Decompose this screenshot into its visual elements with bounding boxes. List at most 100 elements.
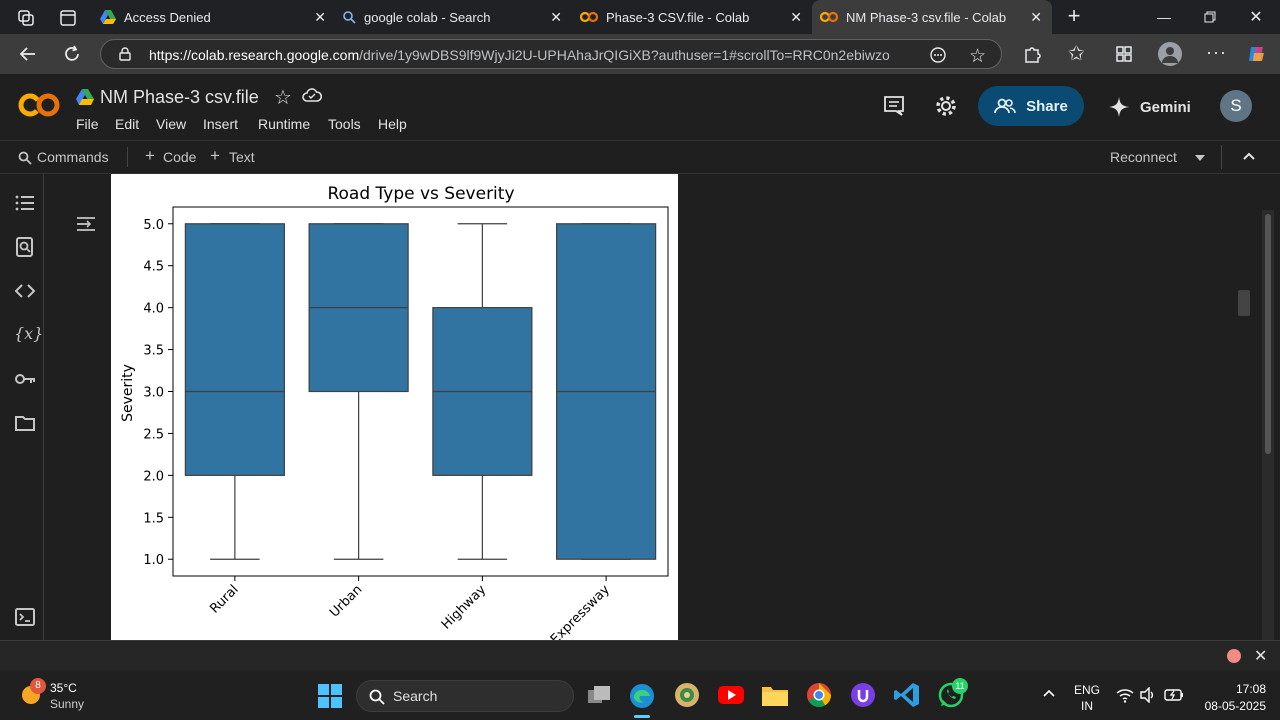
taskbar-search-box[interactable]: Search — [356, 680, 574, 712]
back-icon[interactable] — [18, 44, 38, 64]
more-menu-icon[interactable]: ··· — [1206, 42, 1227, 63]
restore-icon[interactable] — [1187, 0, 1233, 34]
notebook-title[interactable]: NM Phase-3 csv.file — [100, 87, 259, 108]
vscode-icon[interactable] — [894, 682, 920, 708]
comments-icon[interactable] — [882, 94, 906, 116]
gemini-spark-icon — [1108, 96, 1130, 118]
commands-button[interactable]: Commands — [37, 149, 109, 165]
colab-logo-icon[interactable] — [18, 92, 60, 118]
output-actions-icon[interactable] — [75, 214, 97, 234]
volume-icon[interactable] — [1140, 687, 1156, 703]
menu-insert[interactable]: Insert — [203, 116, 238, 132]
close-tab-icon[interactable]: ✕ — [550, 9, 562, 26]
chrome-icon[interactable] — [806, 682, 832, 708]
youtube-icon[interactable] — [718, 685, 744, 705]
y-tick-label: 2.5 — [143, 427, 164, 442]
site-info-icon[interactable] — [117, 46, 133, 62]
task-view-icon[interactable] — [588, 686, 610, 704]
star-notebook-icon[interactable]: ☆ — [274, 85, 292, 110]
menu-help[interactable]: Help — [378, 116, 407, 132]
url-text: https://colab.research.google.com/drive/… — [149, 47, 890, 63]
reload-icon[interactable] — [62, 44, 82, 64]
windows-start-icon[interactable] — [318, 684, 342, 708]
minimize-icon[interactable]: — — [1141, 0, 1187, 34]
add-code-icon[interactable]: + — [145, 146, 155, 166]
clock-time[interactable]: 17:08 — [1196, 682, 1266, 696]
search-favicon-icon — [342, 10, 356, 24]
boxplot-chart: Road Type vs Severity Severity 1.0 1.5 2.0… — [120, 184, 669, 640]
cell-scroll-thumb[interactable] — [1238, 290, 1250, 316]
tab-nm-phase3-active[interactable]: NM Phase-3 csv.file - Colab ✕ — [812, 0, 1052, 34]
menu-runtime[interactable]: Runtime — [258, 116, 310, 132]
close-window-icon[interactable]: ✕ — [1233, 0, 1279, 34]
add-code-button[interactable]: Code — [163, 149, 196, 165]
extensions-icon[interactable] — [1022, 44, 1042, 64]
chart-title: Road Type vs Severity — [327, 184, 514, 204]
tray-chevron-up-icon[interactable] — [1042, 688, 1056, 698]
app-u-icon[interactable] — [850, 682, 876, 708]
files-folder-icon[interactable] — [14, 412, 36, 434]
menu-view[interactable]: View — [156, 116, 186, 132]
variables-icon[interactable]: {𝑥} — [14, 324, 43, 346]
new-tab-icon[interactable]: + — [1064, 5, 1084, 27]
close-tab-icon[interactable]: ✕ — [790, 9, 802, 26]
collections-icon[interactable] — [1114, 44, 1134, 64]
copilot-icon[interactable] — [1246, 43, 1268, 65]
add-text-icon[interactable]: + — [210, 146, 220, 166]
y-tick-label: 5.0 — [143, 218, 164, 233]
favorites-icon[interactable]: ✩ — [1068, 41, 1085, 66]
reading-mode-icon[interactable] — [929, 46, 947, 64]
share-button[interactable]: Share — [978, 86, 1084, 126]
terminal-icon[interactable] — [14, 606, 36, 628]
scrollbar-thumb[interactable] — [1265, 214, 1271, 454]
whatsapp-badge: 11 — [952, 678, 968, 694]
close-tab-icon[interactable]: ✕ — [1030, 9, 1042, 26]
notebook-scrollbar[interactable] — [1262, 210, 1274, 640]
workspaces-icon[interactable] — [16, 8, 36, 28]
secrets-key-icon[interactable] — [14, 368, 36, 390]
profile-icon[interactable] — [1158, 42, 1182, 66]
cell-output-plot: Road Type vs Severity Severity 1.0 1.5 2.0… — [111, 174, 678, 640]
x-tick-label: Expressway — [548, 582, 613, 640]
gemini-button[interactable]: Gemini — [1108, 96, 1191, 118]
menu-edit[interactable]: Edit — [115, 116, 139, 132]
iqr-box — [184, 223, 285, 476]
language-region[interactable]: IN — [1072, 699, 1102, 713]
x-tick-label: Highway — [439, 582, 490, 633]
favorite-star-icon[interactable]: ☆ — [969, 45, 986, 68]
y-axis-label: Severity — [120, 364, 136, 422]
chevron-up-icon[interactable] — [1242, 151, 1256, 161]
taskbar-search-label: Search — [393, 688, 438, 704]
cloud-saved-icon[interactable] — [302, 87, 322, 105]
tab-google-search[interactable]: google colab - Search ✕ — [336, 0, 572, 34]
add-text-button[interactable]: Text — [229, 149, 255, 165]
clock-date[interactable]: 08-05-2025 — [1186, 699, 1266, 713]
menu-file[interactable]: File — [76, 116, 99, 132]
reconnect-button[interactable]: Reconnect — [1110, 149, 1177, 165]
close-status-icon[interactable]: ✕ — [1254, 646, 1267, 666]
drive-icon — [76, 89, 94, 105]
wifi-icon[interactable] — [1116, 687, 1134, 703]
close-tab-icon[interactable]: ✕ — [314, 9, 326, 26]
find-replace-icon[interactable] — [14, 236, 36, 258]
tab-phase3-csv[interactable]: Phase-3 CSV.file - Colab ✕ — [572, 0, 812, 34]
menu-tools[interactable]: Tools — [328, 116, 361, 132]
battery-icon[interactable] — [1164, 688, 1184, 702]
colab-favicon-icon — [820, 11, 838, 23]
active-app-indicator — [634, 715, 650, 718]
tab-actions-icon[interactable] — [58, 8, 78, 28]
tab-access-denied[interactable]: Access Denied ✕ — [92, 0, 336, 34]
avatar[interactable]: S — [1220, 90, 1252, 122]
table-of-contents-icon[interactable] — [14, 192, 36, 214]
code-snippets-icon[interactable] — [14, 280, 36, 302]
address-bar[interactable]: https://colab.research.google.com/drive/… — [100, 39, 1002, 69]
search-icon — [18, 151, 32, 165]
weather-desc: Sunny — [50, 697, 85, 711]
colab-favicon-icon — [580, 11, 598, 23]
runtime-dropdown-icon[interactable] — [1194, 154, 1206, 162]
language-code[interactable]: ENG — [1072, 683, 1102, 697]
file-explorer-icon[interactable] — [762, 684, 788, 706]
edge-browser-icon[interactable] — [628, 682, 656, 710]
settings-gear-icon[interactable] — [934, 94, 958, 118]
app-emblem-icon[interactable] — [674, 682, 700, 708]
